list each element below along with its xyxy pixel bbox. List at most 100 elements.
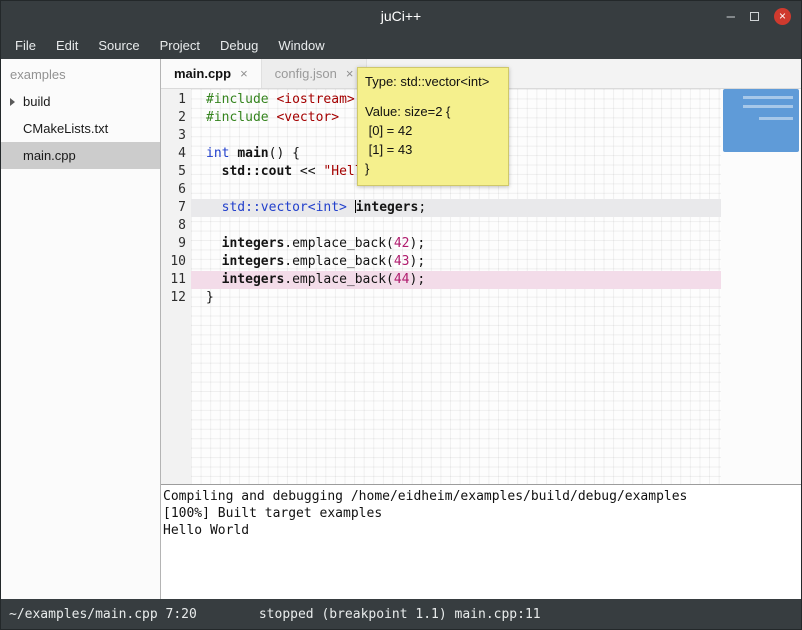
code-token: 44 bbox=[394, 272, 410, 287]
code-token: << bbox=[292, 164, 323, 179]
code-token: .emplace_back( bbox=[284, 272, 394, 287]
code-token: #include bbox=[206, 110, 269, 125]
tooltip-value: Value: size=2 { [0] = 42 [1] = 43} bbox=[365, 102, 501, 178]
overview-scrollbar[interactable] bbox=[721, 89, 801, 484]
window-title: juCi++ bbox=[1, 8, 801, 24]
console-line: Compiling and debugging /home/eidheim/ex… bbox=[163, 488, 799, 505]
status-debug-state: stopped (breakpoint 1.1) main.cpp:11 bbox=[259, 607, 541, 622]
tooltip-value-line: } bbox=[365, 159, 501, 178]
tree-item-main-cpp[interactable]: main.cpp bbox=[1, 142, 160, 169]
tooltip-value-line: [0] = 42 bbox=[365, 121, 501, 140]
menu-item-source[interactable]: Source bbox=[88, 33, 149, 58]
window-controls: – × bbox=[727, 1, 791, 31]
tab-close-icon[interactable]: × bbox=[346, 66, 354, 81]
code-token: #include bbox=[206, 92, 269, 107]
console-panel[interactable]: Compiling and debugging /home/eidheim/ex… bbox=[161, 484, 801, 599]
code-line[interactable]: } bbox=[191, 289, 721, 307]
code-token: <vector> bbox=[276, 110, 339, 125]
code-token: std::vector<int> bbox=[222, 200, 347, 215]
tooltip-type-line: Type: std::vector<int> bbox=[365, 73, 501, 90]
code-token: ); bbox=[410, 236, 426, 251]
maximize-button[interactable] bbox=[750, 12, 759, 21]
minimap-marks bbox=[743, 96, 793, 99]
menu-item-file[interactable]: File bbox=[5, 33, 46, 58]
code-token: integers bbox=[222, 236, 285, 251]
code-token: ; bbox=[418, 200, 426, 215]
expander-icon[interactable] bbox=[10, 98, 15, 106]
line-number[interactable]: 8 bbox=[161, 217, 191, 235]
app-window: juCi++ – × FileEditSourceProjectDebugWin… bbox=[0, 0, 802, 630]
code-token: integers bbox=[222, 254, 285, 269]
tab-label: main.cpp bbox=[174, 66, 231, 81]
status-cursor-location: ~/examples/main.cpp 7:20 bbox=[9, 607, 197, 622]
code-token: () { bbox=[269, 146, 300, 161]
code-line[interactable]: integers.emplace_back(44); bbox=[191, 271, 721, 289]
code-line[interactable]: std::vector<int> integers; bbox=[191, 199, 721, 217]
line-number[interactable]: 10 bbox=[161, 253, 191, 271]
code-line[interactable]: integers.emplace_back(42); bbox=[191, 235, 721, 253]
line-number[interactable]: 6 bbox=[161, 181, 191, 199]
minimize-button[interactable]: – bbox=[727, 9, 735, 24]
line-number[interactable]: 2 bbox=[161, 109, 191, 127]
code-token bbox=[347, 200, 355, 215]
code-token bbox=[206, 200, 222, 215]
line-number[interactable]: 11 bbox=[161, 271, 191, 289]
minimap-marks bbox=[743, 105, 793, 108]
code-token bbox=[206, 272, 222, 287]
code-token: } bbox=[206, 290, 214, 305]
tab-config-json[interactable]: config.json × bbox=[262, 59, 368, 88]
menubar: FileEditSourceProjectDebugWindow bbox=[1, 31, 801, 59]
tree-item-label: main.cpp bbox=[23, 148, 76, 163]
minimap-thumb[interactable] bbox=[723, 89, 799, 152]
code-token: integers bbox=[222, 272, 285, 287]
menu-item-project[interactable]: Project bbox=[150, 33, 210, 58]
line-number[interactable]: 12 bbox=[161, 289, 191, 307]
code-token: std::cout bbox=[222, 164, 292, 179]
code-line[interactable] bbox=[191, 217, 721, 235]
tree-item-cmakelists-txt[interactable]: CMakeLists.txt bbox=[1, 115, 160, 142]
minimap-marks bbox=[759, 117, 793, 120]
code-line[interactable]: integers.emplace_back(43); bbox=[191, 253, 721, 271]
code-token: <iostream> bbox=[276, 92, 354, 107]
close-button[interactable]: × bbox=[774, 8, 791, 25]
line-number[interactable]: 7 bbox=[161, 199, 191, 217]
code-token: ); bbox=[410, 254, 426, 269]
tooltip-value-line: [1] = 43 bbox=[365, 140, 501, 159]
tab-close-icon[interactable]: × bbox=[240, 66, 248, 81]
tree-item-label: CMakeLists.txt bbox=[23, 121, 108, 136]
line-number[interactable]: 5 bbox=[161, 163, 191, 181]
menu-item-window[interactable]: Window bbox=[268, 33, 334, 58]
sidebar: examples build CMakeLists.txt main.cpp bbox=[1, 59, 161, 599]
console-line: Hello World bbox=[163, 522, 799, 539]
code-token bbox=[206, 164, 222, 179]
tab-main-cpp[interactable]: main.cpp × bbox=[161, 59, 262, 88]
debug-value-tooltip: Type: std::vector<int> Value: size=2 { [… bbox=[357, 67, 509, 186]
file-tree: build CMakeLists.txt main.cpp bbox=[1, 88, 160, 169]
main-area: examples build CMakeLists.txt main.cpp mai… bbox=[1, 59, 801, 599]
code-token: integers bbox=[356, 200, 419, 215]
code-token bbox=[206, 236, 222, 251]
line-number[interactable]: 3 bbox=[161, 127, 191, 145]
tooltip-value-line: Value: size=2 { bbox=[365, 102, 501, 121]
tab-label: config.json bbox=[275, 66, 337, 81]
line-number[interactable]: 4 bbox=[161, 145, 191, 163]
code-token: .emplace_back( bbox=[284, 254, 394, 269]
code-token: main bbox=[237, 146, 268, 161]
line-number-gutter[interactable]: 123456789101112 bbox=[161, 89, 191, 484]
code-token: 42 bbox=[394, 236, 410, 251]
code-token: .emplace_back( bbox=[284, 236, 394, 251]
code-token: ); bbox=[410, 272, 426, 287]
status-bar: ~/examples/main.cpp 7:20 stopped (breakp… bbox=[1, 599, 801, 629]
code-token: int bbox=[206, 146, 229, 161]
menu-item-debug[interactable]: Debug bbox=[210, 33, 268, 58]
line-number[interactable]: 1 bbox=[161, 91, 191, 109]
tree-item-label: build bbox=[23, 94, 50, 109]
project-name-header: examples bbox=[1, 59, 160, 88]
console-line: [100%] Built target examples bbox=[163, 505, 799, 522]
titlebar: juCi++ – × bbox=[1, 1, 801, 31]
line-number[interactable]: 9 bbox=[161, 235, 191, 253]
tree-item-build[interactable]: build bbox=[1, 88, 160, 115]
code-token: 43 bbox=[394, 254, 410, 269]
code-token bbox=[206, 254, 222, 269]
menu-item-edit[interactable]: Edit bbox=[46, 33, 88, 58]
